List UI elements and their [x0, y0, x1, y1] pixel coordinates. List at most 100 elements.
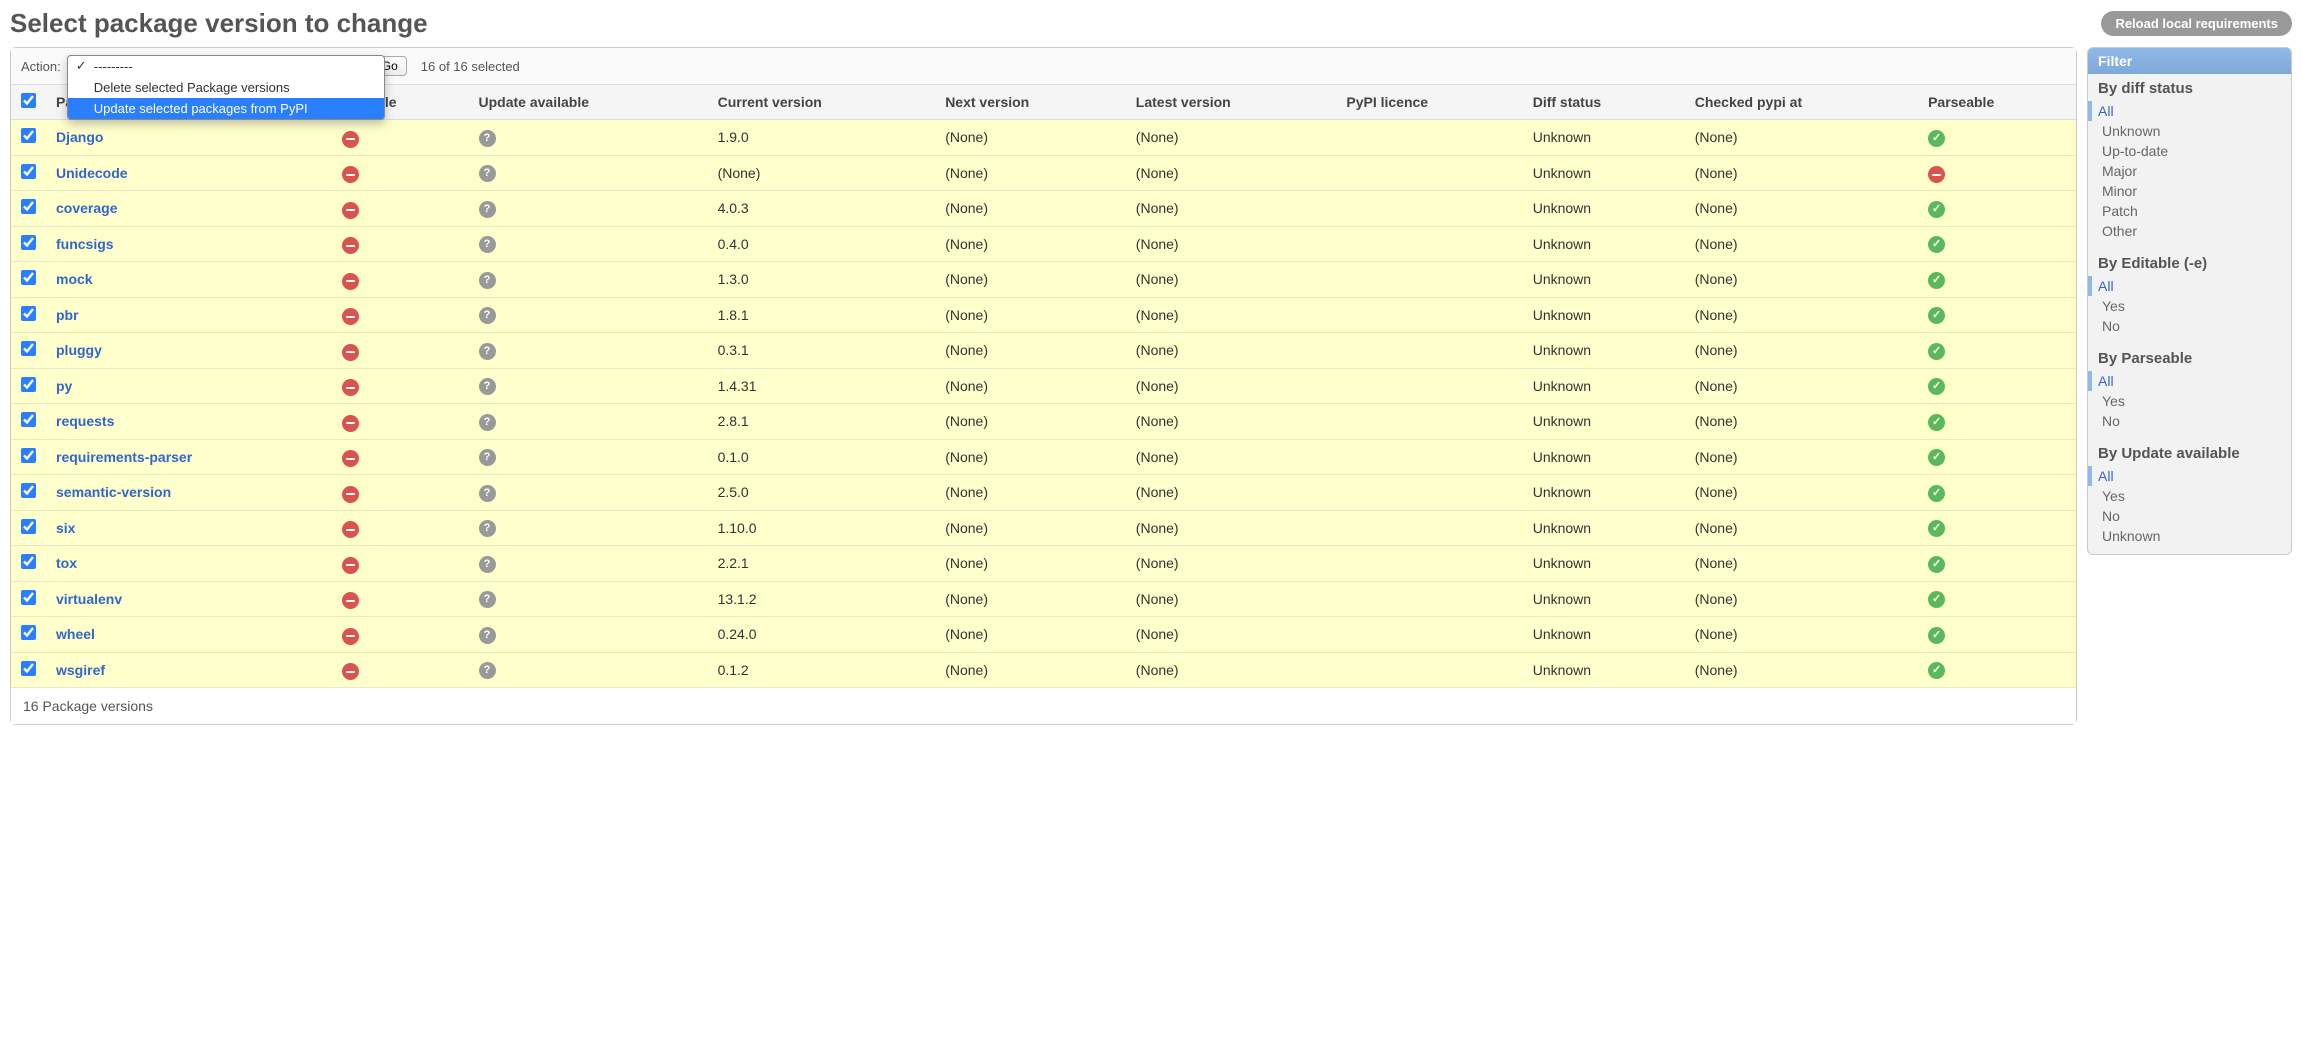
package-link[interactable]: requests	[56, 413, 114, 429]
row-checkbox[interactable]	[21, 448, 36, 463]
action-option[interactable]: Delete selected Package versions	[68, 77, 384, 98]
filter-option[interactable]: Major	[2098, 161, 2281, 181]
filter-option[interactable]: No	[2098, 411, 2281, 431]
filter-option[interactable]: Yes	[2098, 391, 2281, 411]
question-icon	[479, 449, 496, 466]
filter-sidebar: Filter By diff statusAllUnknownUp-to-dat…	[2087, 47, 2292, 555]
package-link[interactable]: virtualenv	[56, 591, 122, 607]
package-link[interactable]: py	[56, 378, 72, 394]
row-checkbox[interactable]	[21, 412, 36, 427]
table-row: funcsigs0.4.0(None)(None)Unknown(None)	[11, 226, 2076, 262]
column-header[interactable]: Next version	[935, 85, 1126, 120]
filter-heading: Filter	[2088, 48, 2291, 74]
question-icon	[479, 662, 496, 679]
minus-icon	[342, 308, 359, 325]
row-checkbox[interactable]	[21, 199, 36, 214]
action-option[interactable]: Update selected packages from PyPI	[68, 98, 384, 119]
row-checkbox[interactable]	[21, 625, 36, 640]
column-header[interactable]: Parseable	[1918, 85, 2076, 120]
column-header[interactable]: Update available	[469, 85, 708, 120]
column-header[interactable]: Checked pypi at	[1685, 85, 1918, 120]
package-link[interactable]: Unidecode	[56, 165, 128, 181]
filter-option[interactable]: Unknown	[2098, 121, 2281, 141]
package-link[interactable]: coverage	[56, 200, 117, 216]
filter-option[interactable]: Minor	[2098, 181, 2281, 201]
filter-option[interactable]: Up-to-date	[2098, 141, 2281, 161]
cell-next: (None)	[935, 404, 1126, 440]
row-checkbox[interactable]	[21, 341, 36, 356]
package-link[interactable]: six	[56, 520, 75, 536]
filter-group-title: By Update available	[2098, 445, 2281, 462]
cell-diff: Unknown	[1523, 333, 1685, 369]
cell-latest: (None)	[1126, 475, 1337, 511]
package-link[interactable]: requirements-parser	[56, 449, 192, 465]
actions-bar: Action: ---------Delete selected Package…	[11, 48, 2076, 85]
filter-option[interactable]: All	[2088, 276, 2281, 296]
cell-latest: (None)	[1126, 297, 1337, 333]
column-header[interactable]: Current version	[708, 85, 936, 120]
cell-cur: 0.1.2	[708, 652, 936, 688]
cell-chk: (None)	[1685, 581, 1918, 617]
package-link[interactable]: Django	[56, 129, 103, 145]
package-link[interactable]: wsgiref	[56, 662, 105, 678]
minus-icon	[342, 450, 359, 467]
filter-option[interactable]: Yes	[2098, 486, 2281, 506]
cell-chk: (None)	[1685, 155, 1918, 191]
filter-option[interactable]: All	[2088, 101, 2281, 121]
action-option[interactable]: ---------	[68, 56, 384, 77]
cell-latest: (None)	[1126, 510, 1337, 546]
filter-option[interactable]: Unknown	[2098, 526, 2281, 546]
row-checkbox[interactable]	[21, 164, 36, 179]
cell-next: (None)	[935, 155, 1126, 191]
package-link[interactable]: semantic-version	[56, 484, 171, 500]
row-checkbox[interactable]	[21, 270, 36, 285]
row-checkbox[interactable]	[21, 590, 36, 605]
package-link[interactable]: mock	[56, 271, 93, 287]
package-link[interactable]: pluggy	[56, 342, 102, 358]
table-row: pluggy0.3.1(None)(None)Unknown(None)	[11, 333, 2076, 369]
filter-option[interactable]: Yes	[2098, 296, 2281, 316]
minus-icon	[342, 379, 359, 396]
row-checkbox[interactable]	[21, 661, 36, 676]
question-icon	[479, 520, 496, 537]
filter-option[interactable]: All	[2088, 371, 2281, 391]
cell-diff: Unknown	[1523, 439, 1685, 475]
cell-next: (None)	[935, 652, 1126, 688]
cell-lic	[1336, 155, 1522, 191]
row-checkbox[interactable]	[21, 306, 36, 321]
reload-requirements-button[interactable]: Reload local requirements	[2101, 11, 2292, 36]
package-link[interactable]: wheel	[56, 626, 95, 642]
package-link[interactable]: pbr	[56, 307, 79, 323]
column-header[interactable]: PyPI licence	[1336, 85, 1522, 120]
cell-cur: 0.24.0	[708, 617, 936, 653]
package-link[interactable]: funcsigs	[56, 236, 114, 252]
check-icon	[1928, 130, 1945, 147]
check-icon	[1928, 449, 1945, 466]
check-icon	[1928, 272, 1945, 289]
row-checkbox[interactable]	[21, 235, 36, 250]
cell-latest: (None)	[1126, 226, 1337, 262]
column-header[interactable]: Latest version	[1126, 85, 1337, 120]
filter-group: By Editable (-e)AllYesNo	[2088, 249, 2291, 344]
cell-diff: Unknown	[1523, 510, 1685, 546]
filter-option[interactable]: Other	[2098, 221, 2281, 241]
column-header[interactable]: Diff status	[1523, 85, 1685, 120]
row-checkbox[interactable]	[21, 483, 36, 498]
cell-next: (None)	[935, 546, 1126, 582]
cell-diff: Unknown	[1523, 155, 1685, 191]
cell-lic	[1336, 226, 1522, 262]
minus-icon	[342, 415, 359, 432]
row-checkbox[interactable]	[21, 128, 36, 143]
table-row: virtualenv13.1.2(None)(None)Unknown(None…	[11, 581, 2076, 617]
row-checkbox[interactable]	[21, 519, 36, 534]
filter-option[interactable]: All	[2088, 466, 2281, 486]
package-link[interactable]: tox	[56, 555, 77, 571]
row-checkbox[interactable]	[21, 377, 36, 392]
question-icon	[479, 130, 496, 147]
filter-option[interactable]: No	[2098, 316, 2281, 336]
filter-option[interactable]: No	[2098, 506, 2281, 526]
filter-option[interactable]: Patch	[2098, 201, 2281, 221]
row-checkbox[interactable]	[21, 554, 36, 569]
question-icon	[479, 591, 496, 608]
select-all-checkbox[interactable]	[21, 93, 36, 108]
